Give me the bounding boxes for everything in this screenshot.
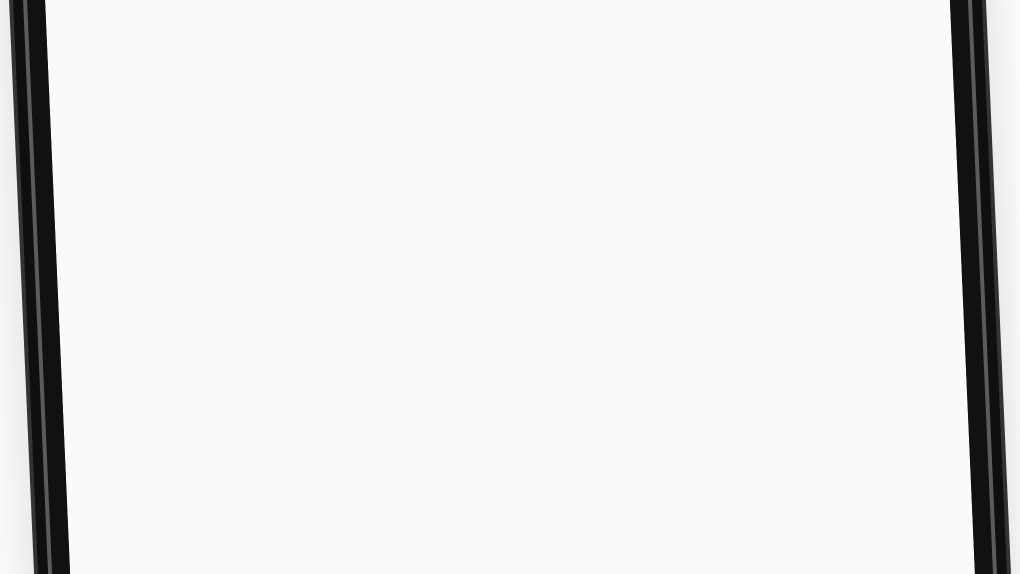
page-content[interactable]: via @KrauseFx Verify the app's browser i… xyxy=(14,0,983,574)
phone-screen: 18:45 xyxy=(7,0,987,574)
phone-frame: 18:45 xyxy=(0,0,1006,574)
